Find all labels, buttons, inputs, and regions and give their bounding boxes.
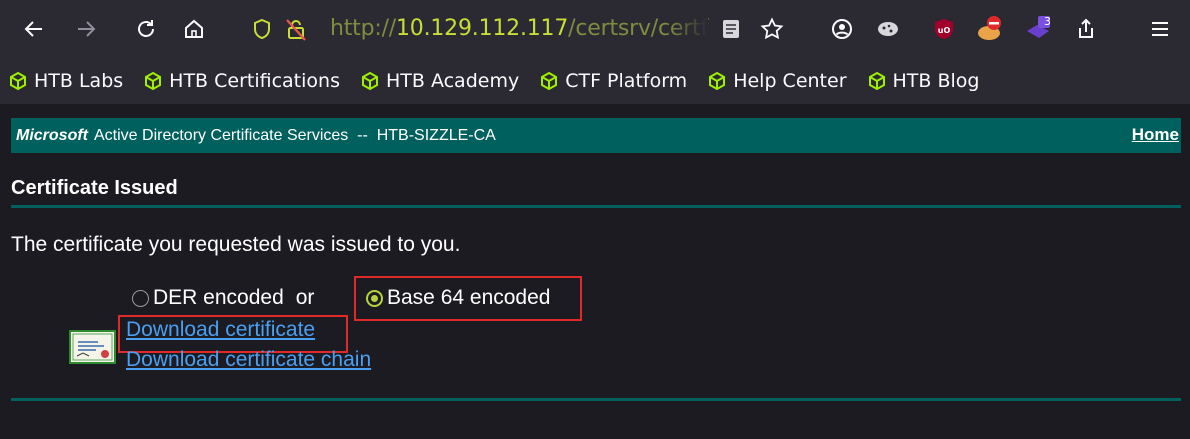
service-name: Active Directory Certificate Services --…	[94, 126, 496, 144]
home-icon	[185, 19, 203, 38]
shield-icon	[254, 18, 270, 40]
download-certificate-chain-link[interactable]: Download certificate chain	[126, 348, 371, 372]
htb-cube-icon	[145, 71, 162, 91]
bookmark-label: HTB Blog	[892, 70, 980, 92]
issued-message: The certificate you requested was issued…	[11, 233, 461, 256]
divider	[11, 205, 1181, 208]
page-content: Microsoft Active Directory Certificate S…	[0, 104, 1190, 439]
browser-toolbar: http://10.129.112.117/certsrv/certfnsh u…	[0, 0, 1190, 58]
arrow-left-icon	[24, 21, 42, 37]
der-option[interactable]: DER encoded or	[132, 284, 322, 312]
account-button[interactable]	[824, 11, 860, 47]
bookmark-ctf-platform[interactable]: CTF Platform	[539, 70, 687, 92]
htb-cube-icon	[868, 71, 885, 91]
bookmark-help-center[interactable]: Help Center	[707, 70, 847, 92]
bookmark-label: HTB Labs	[34, 70, 124, 92]
svg-text:uO: uO	[938, 26, 951, 35]
url-fade	[668, 12, 708, 46]
home-link[interactable]: Home	[1132, 125, 1179, 145]
der-label: DER encoded	[153, 286, 284, 309]
base64-option[interactable]: Base 64 encoded	[366, 284, 550, 312]
back-button[interactable]	[16, 11, 52, 47]
reload-button[interactable]	[128, 11, 164, 47]
htb-cube-icon	[361, 71, 378, 91]
url-host: 10.129.112.117	[396, 16, 569, 41]
htb-cube-icon	[10, 71, 26, 91]
bookmark-label: HTB Certifications	[169, 70, 340, 92]
download-certificate-link[interactable]: Download certificate	[126, 318, 315, 342]
hamburger-menu-icon	[1152, 22, 1168, 36]
reload-icon	[138, 20, 154, 37]
der-radio[interactable]	[132, 289, 149, 307]
ublock-icon: uO	[935, 19, 953, 39]
insecure-lock-icon	[286, 19, 306, 41]
extension-badge-count: 3	[1044, 15, 1051, 28]
extension-blocked-button[interactable]	[972, 11, 1008, 47]
bookmark-label: HTB Academy	[385, 70, 520, 92]
arrow-right-icon	[78, 21, 96, 37]
htb-cube-icon	[709, 71, 726, 91]
stop-sign-icon	[978, 16, 1001, 40]
bookmark-htb-certifications[interactable]: HTB Certifications	[143, 70, 340, 92]
bookmarks-toolbar: HTB Labs HTB Certifications HTB Academy …	[0, 58, 1190, 104]
base64-label: Base 64 encoded	[387, 286, 551, 309]
bookmark-label: CTF Platform	[565, 70, 688, 92]
page-title: Certificate Issued	[11, 177, 178, 199]
extension-badge-button[interactable]: 3	[1020, 11, 1056, 47]
bookmark-htb-labs[interactable]: HTB Labs	[8, 70, 123, 92]
certsrv-header: Microsoft Active Directory Certificate S…	[11, 118, 1181, 153]
home-button[interactable]	[176, 11, 212, 47]
htb-cube-icon	[541, 71, 558, 91]
reader-view-icon[interactable]	[720, 18, 742, 40]
certificate-icon	[69, 330, 116, 364]
cookie-icon	[878, 22, 898, 36]
forward-button[interactable]	[68, 11, 104, 47]
bookmark-htb-academy[interactable]: HTB Academy	[360, 70, 519, 92]
url-protocol: http://	[330, 16, 396, 41]
extension-cookie-button[interactable]	[870, 11, 906, 47]
menu-button[interactable]	[1142, 11, 1178, 47]
ublock-button[interactable]: uO	[926, 11, 962, 47]
address-bar[interactable]: http://10.129.112.117/certsrv/certfnsh	[248, 8, 788, 50]
divider	[11, 398, 1181, 401]
url-text[interactable]: http://10.129.112.117/certsrv/certfnsh	[330, 16, 710, 41]
account-icon	[832, 19, 852, 39]
or-label: or	[295, 286, 315, 309]
share-button[interactable]	[1068, 11, 1104, 47]
base64-radio[interactable]	[366, 289, 383, 307]
brand-name: Microsoft	[16, 126, 88, 144]
bookmark-htb-blog[interactable]: HTB Blog	[867, 70, 980, 92]
share-icon	[1079, 18, 1093, 38]
bookmark-label: Help Center	[733, 70, 847, 92]
star-icon[interactable]	[760, 17, 784, 41]
